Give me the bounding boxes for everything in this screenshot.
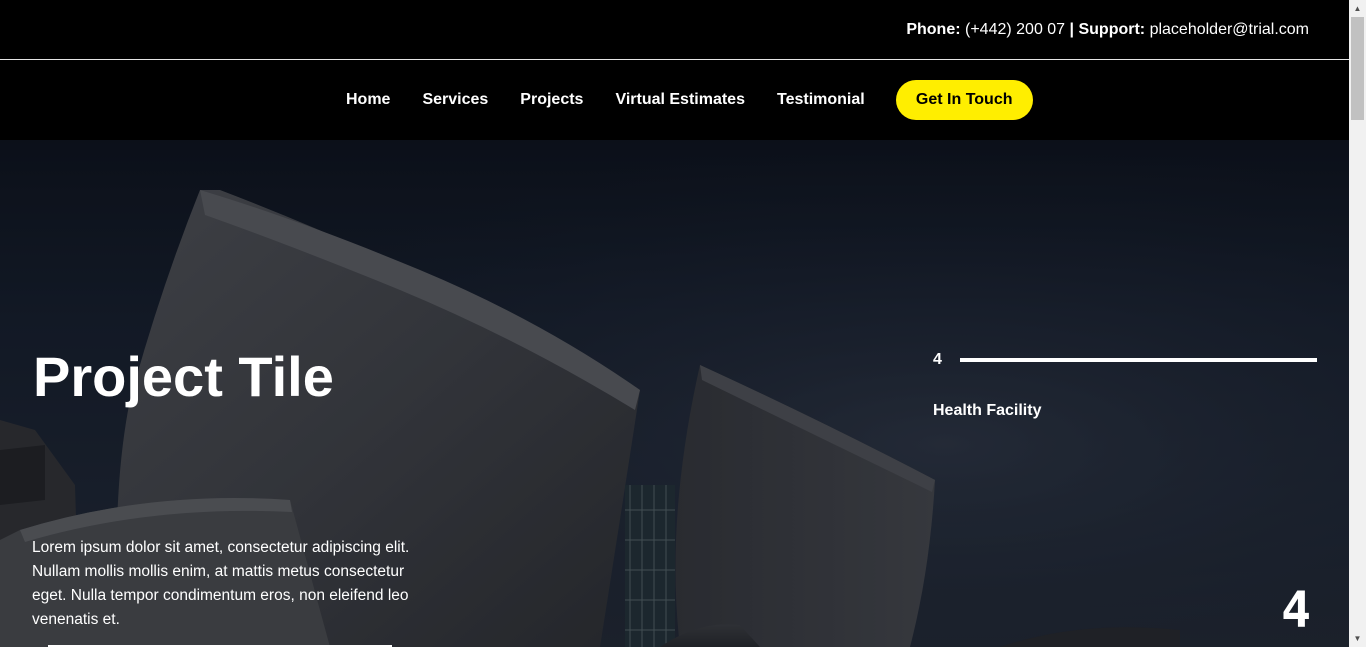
contact-info: Phone: (+442) 200 07 | Support: placehol… bbox=[906, 20, 1309, 40]
nav-link-home[interactable]: Home bbox=[330, 91, 406, 109]
caret-down-icon[interactable]: ▼ bbox=[1349, 630, 1366, 647]
contact-separator: | bbox=[1069, 21, 1075, 38]
project-description: Lorem ipsum dolor sit amet, consectetur … bbox=[32, 539, 410, 628]
support-label: Support: bbox=[1078, 21, 1146, 38]
hero-section: Project Tile Lorem ipsum dolor sit amet,… bbox=[0, 140, 1349, 647]
nav-link-projects[interactable]: Projects bbox=[504, 91, 599, 109]
project-title: Project Tile bbox=[33, 345, 334, 408]
get-in-touch-button[interactable]: Get In Touch bbox=[895, 80, 1033, 120]
page-scrollbar[interactable]: ▲ ▼ bbox=[1349, 0, 1366, 647]
scrollbar-thumb[interactable] bbox=[1351, 17, 1364, 120]
main-navigation: Home Services Projects Virtual Estimates… bbox=[0, 60, 1349, 140]
nav-link-services[interactable]: Services bbox=[406, 91, 504, 109]
phone-label: Phone: bbox=[906, 21, 961, 38]
project-category-label: Health Facility bbox=[933, 402, 1042, 419]
page: Phone: (+442) 200 07 | Support: placehol… bbox=[0, 0, 1366, 647]
caret-up-icon[interactable]: ▲ bbox=[1349, 0, 1366, 17]
nav-link-virtual-estimates[interactable]: Virtual Estimates bbox=[599, 91, 761, 109]
top-contact-bar: Phone: (+442) 200 07 | Support: placehol… bbox=[0, 0, 1349, 60]
project-index-number: 4 bbox=[1281, 581, 1312, 639]
nav-link-testimonial[interactable]: Testimonial bbox=[761, 91, 881, 109]
phone-value: (+442) 200 07 bbox=[965, 21, 1066, 38]
support-email: placeholder@trial.com bbox=[1149, 21, 1309, 38]
project-counter-number: 4 bbox=[933, 351, 942, 368]
nav-links: Home Services Projects Virtual Estimates… bbox=[330, 80, 1033, 120]
project-counter-line bbox=[960, 358, 1317, 362]
